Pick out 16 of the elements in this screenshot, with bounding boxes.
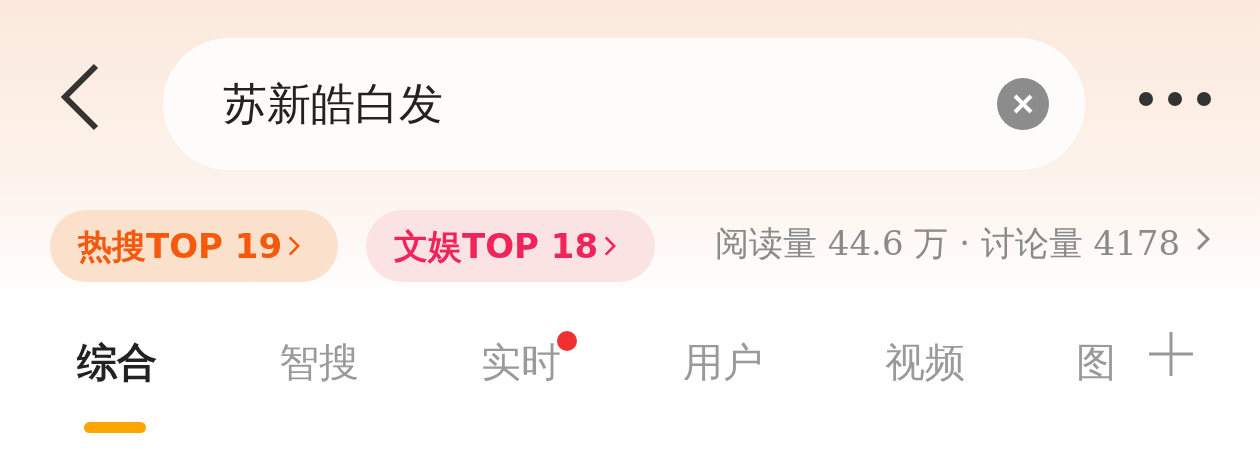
stats-text: 阅读量 44.6 万 · 讨论量 4178 bbox=[715, 222, 1181, 265]
ranking-badge[interactable]: 文娱TOP 18 bbox=[366, 210, 655, 282]
chevron-icon bbox=[288, 235, 301, 257]
tab[interactable]: 视频 bbox=[824, 305, 1026, 435]
tab[interactable]: 用户 bbox=[622, 305, 824, 435]
chevron-icon bbox=[1196, 226, 1211, 252]
clear-icon[interactable] bbox=[997, 78, 1049, 130]
tab[interactable]: 实时 bbox=[420, 305, 622, 435]
chevron-icon bbox=[604, 235, 617, 257]
add-icon[interactable] bbox=[1146, 329, 1196, 379]
search-field[interactable]: 苏新皓白发 bbox=[221, 70, 997, 138]
ranking-badge[interactable]: 热搜TOP 19 bbox=[50, 210, 338, 282]
tab[interactable]: 智搜 bbox=[218, 305, 420, 435]
tab[interactable]: 综合 bbox=[16, 305, 218, 435]
tab[interactable]: 图 bbox=[1026, 305, 1116, 435]
search-bar[interactable]: 苏新皓白发 bbox=[163, 38, 1085, 170]
